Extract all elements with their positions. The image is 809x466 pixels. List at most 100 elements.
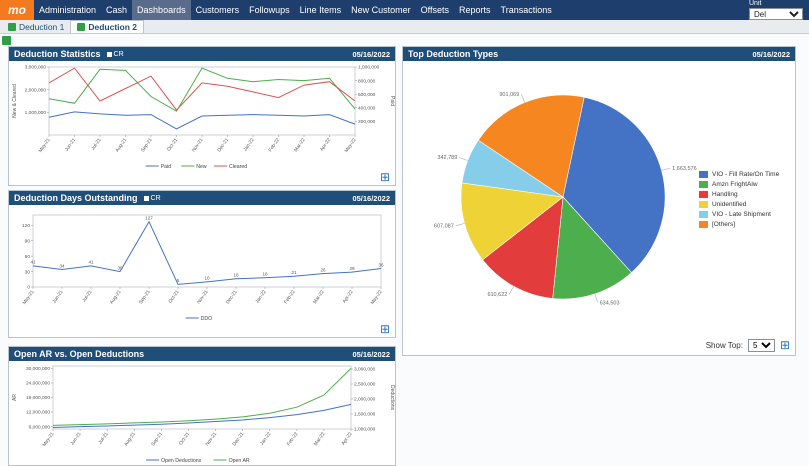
tab-deduction-2[interactable]: Deduction 2 bbox=[70, 20, 145, 33]
table-view-icon[interactable]: ⊞ bbox=[780, 339, 790, 351]
panel-header: Deduction Statistics CR 05/16/2022 bbox=[9, 47, 395, 61]
svg-text:1,000,000: 1,000,000 bbox=[358, 65, 380, 71]
panel-date: 05/16/2022 bbox=[352, 193, 390, 203]
svg-text:Jun-21: Jun-21 bbox=[69, 431, 83, 447]
brand-logo: mo bbox=[0, 0, 34, 20]
svg-text:120: 120 bbox=[22, 223, 30, 229]
dashboard-icon bbox=[8, 23, 16, 31]
svg-text:May-21: May-21 bbox=[42, 431, 56, 448]
nav-item-offsets[interactable]: Offsets bbox=[416, 0, 454, 20]
svg-text:Jun-21: Jun-21 bbox=[64, 137, 78, 153]
deduction-days-outstanding-chart: 0306090120May-21 Jun-21 Jul-21 Aug-21 Sep-21… bbox=[22, 214, 384, 322]
nav-item-transactions[interactable]: Transactions bbox=[496, 0, 557, 20]
panel-footer: Show Top: 5 ⊞ bbox=[403, 337, 795, 353]
panel-open-ar-vs-open-deductions: Open AR vs. Open Deductions 05/16/2022 6… bbox=[8, 346, 396, 466]
panel-top-deduction-types: Top Deduction Types 05/16/2022 1,663,576… bbox=[402, 46, 796, 356]
svg-text:3,000,000: 3,000,000 bbox=[25, 65, 47, 71]
tab-label: Deduction 1 bbox=[19, 22, 65, 32]
legend-item-others: [Others] bbox=[699, 221, 779, 228]
svg-text:3,000,000: 3,000,000 bbox=[354, 367, 376, 373]
deduction-statistics-chart: 1,000,000 2,000,000 3,000,000 200,000 400,00… bbox=[12, 65, 395, 170]
svg-text:901,069: 901,069 bbox=[499, 92, 519, 98]
svg-text:Jan-22: Jan-22 bbox=[254, 289, 268, 305]
badge-icon bbox=[106, 51, 112, 57]
legend-swatch bbox=[699, 221, 708, 228]
nav-item-reports[interactable]: Reports bbox=[454, 0, 496, 20]
svg-text:12,000,000: 12,000,000 bbox=[26, 410, 50, 416]
legend-swatch bbox=[699, 181, 708, 188]
svg-text:Open AR: Open AR bbox=[229, 458, 250, 464]
legend-item-amzn-frightalw: Amzn FrightAlw bbox=[699, 181, 779, 188]
tab-label: Deduction 2 bbox=[88, 22, 138, 32]
svg-text:Mar-22: Mar-22 bbox=[312, 289, 326, 305]
svg-text:AR: AR bbox=[12, 394, 18, 401]
svg-text:34: 34 bbox=[59, 263, 65, 268]
panel-footer: ⊞ bbox=[9, 171, 395, 183]
nav-item-cash[interactable]: Cash bbox=[101, 0, 132, 20]
table-view-icon[interactable]: ⊞ bbox=[380, 323, 390, 335]
panel-date: 05/16/2022 bbox=[352, 49, 390, 59]
expand-icon[interactable] bbox=[2, 36, 11, 45]
svg-text:41: 41 bbox=[88, 260, 94, 265]
svg-text:Sep-21: Sep-21 bbox=[138, 289, 152, 305]
panel-header: Deduction Days Outstanding CR 05/16/2022 bbox=[9, 191, 395, 205]
svg-text:342,789: 342,789 bbox=[437, 155, 457, 161]
svg-text:Oct-21: Oct-21 bbox=[178, 431, 191, 447]
legend-label: Unidentified bbox=[712, 201, 747, 208]
nav-items: Administration Cash Dashboards Customers Fol… bbox=[34, 0, 557, 20]
legend-item-handling: Handling bbox=[699, 191, 779, 198]
nav-item-customers[interactable]: Customers bbox=[191, 0, 245, 20]
svg-text:2,000,000: 2,000,000 bbox=[25, 87, 47, 93]
panel-date: 05/16/2022 bbox=[352, 349, 390, 359]
unit-selector: Unit Del bbox=[749, 0, 809, 20]
badge-label: CR bbox=[150, 194, 161, 202]
svg-text:Nov-21: Nov-21 bbox=[191, 137, 205, 153]
svg-text:10: 10 bbox=[204, 276, 210, 281]
svg-text:127: 127 bbox=[145, 215, 153, 220]
legend-label: VIO - Fill Rate/On Time bbox=[712, 171, 780, 178]
table-view-icon[interactable]: ⊞ bbox=[380, 171, 390, 183]
svg-text:Mar-22: Mar-22 bbox=[313, 431, 327, 447]
svg-text:1,500,000: 1,500,000 bbox=[354, 412, 376, 418]
panel-date: 05/16/2022 bbox=[752, 49, 790, 59]
svg-text:29: 29 bbox=[349, 266, 355, 271]
legend-label: Handling bbox=[712, 191, 738, 198]
cr-badge: CR bbox=[143, 194, 161, 202]
svg-text:Nov-21: Nov-21 bbox=[204, 431, 218, 447]
panel-deduction-days-outstanding: Deduction Days Outstanding CR 05/16/2022… bbox=[8, 190, 396, 338]
svg-text:Sep-21: Sep-21 bbox=[140, 137, 154, 153]
svg-text:May-22: May-22 bbox=[344, 137, 358, 154]
svg-text:800,000: 800,000 bbox=[358, 78, 376, 84]
show-top-select[interactable]: 5 bbox=[747, 338, 775, 352]
nav-item-followups[interactable]: Followups bbox=[244, 0, 295, 20]
nav-item-line-items[interactable]: Line Items bbox=[295, 0, 347, 20]
top-nav: mo Administration Cash Dashboards Customers… bbox=[0, 0, 809, 20]
cr-badge: CR bbox=[106, 50, 124, 58]
dashboard-tabs: Deduction 1 Deduction 2 bbox=[0, 20, 809, 34]
svg-text:30: 30 bbox=[25, 269, 31, 275]
open-ar-vs-open-deductions-chart: 6,000,000 12,000,000 18,000,000 24,000,000 3… bbox=[12, 365, 395, 464]
legend-item-vio-late-shipment: VIO - Late Shipment bbox=[699, 211, 779, 218]
nav-item-new-customer[interactable]: New Customer bbox=[346, 0, 416, 20]
legend-swatch bbox=[699, 211, 708, 218]
panel-title: Deduction Days Outstanding bbox=[14, 193, 138, 203]
svg-text:Jul-21: Jul-21 bbox=[81, 289, 94, 303]
svg-text:18,000,000: 18,000,000 bbox=[26, 395, 50, 401]
badge-icon bbox=[143, 195, 149, 201]
unit-select[interactable]: Del bbox=[749, 8, 803, 20]
nav-item-dashboards[interactable]: Dashboards bbox=[132, 0, 191, 20]
svg-text:600,000: 600,000 bbox=[358, 92, 376, 98]
legend-item-unidentified: Unidentified bbox=[699, 201, 779, 208]
tab-deduction-1[interactable]: Deduction 1 bbox=[2, 21, 70, 33]
svg-text:Deductions: Deductions bbox=[389, 385, 395, 411]
svg-text:634,503: 634,503 bbox=[600, 300, 620, 306]
badge-label: CR bbox=[113, 50, 124, 58]
svg-text:DDO: DDO bbox=[201, 316, 213, 322]
nav-item-administration[interactable]: Administration bbox=[34, 0, 101, 20]
panel-header: Open AR vs. Open Deductions 05/16/2022 bbox=[9, 347, 395, 361]
legend-label: [Others] bbox=[712, 221, 736, 228]
svg-text:Aug-21: Aug-21 bbox=[109, 289, 123, 305]
svg-text:Paid: Paid bbox=[161, 164, 171, 170]
svg-text:Aug-21: Aug-21 bbox=[114, 137, 128, 153]
legend-item-vio-fill-rate-on-time: VIO - Fill Rate/On Time bbox=[699, 171, 779, 178]
